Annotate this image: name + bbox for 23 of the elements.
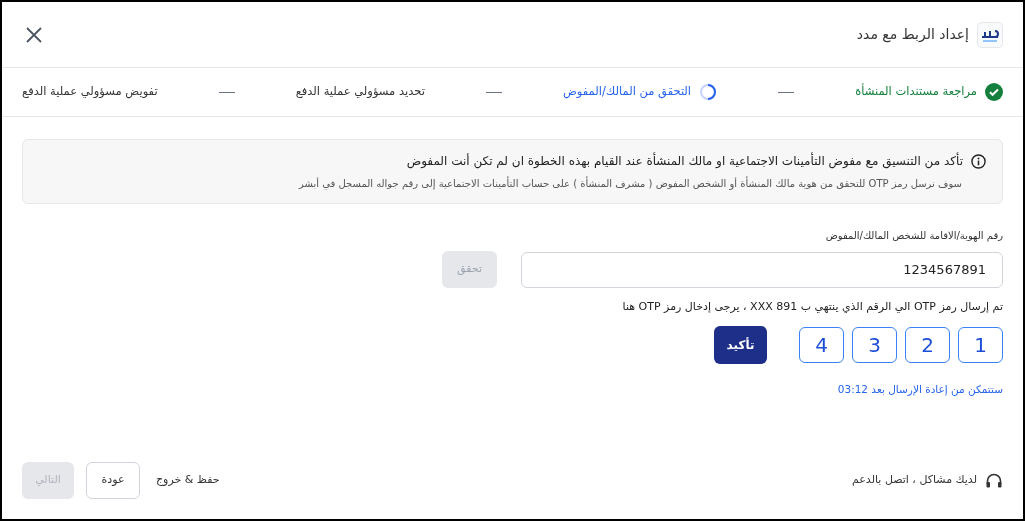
logo-icon [977, 21, 1003, 48]
step-label: تحديد مسؤولي عملية الدفع [295, 83, 425, 101]
close-icon [26, 26, 42, 43]
step-label: تفويض مسؤولي عملية الدفع [22, 83, 158, 101]
headset-icon [985, 471, 1003, 490]
id-input-field[interactable]: 1234567891 [521, 251, 1003, 288]
confirm-button[interactable]: تأكيد [714, 325, 767, 364]
step-label: مراجعة مستندات المنشأة [855, 83, 977, 101]
save-exit-button[interactable]: حفظ & خروج [152, 472, 224, 489]
notice-title: تأكد من التنسيق مع مفوض التأمينات الاجتماعية او مالك المنشأة عند القيام بهذه الخطوة ان لم تكن أنت المفوض [406, 152, 963, 170]
otp-digit-field[interactable]: 2 [905, 326, 950, 363]
support-link[interactable]: لديك مشاكل ، اتصل بالدعم [851, 472, 977, 489]
resend-timer: ستتمكن من إعادة الإرسال بعد 03:12 [836, 381, 1003, 398]
back-button[interactable]: عودة [86, 462, 140, 499]
info-icon [971, 153, 986, 169]
field-label: رقم الهوية/الاقامة للشخص المالك/المفوض [824, 229, 1003, 243]
notice-text: سوف نرسل رمز OTP للتحقق من هوية مالك المنشأة أو الشخص المفوض ( مشرف المنشأة ) على حساب التأمينات الاجتماعية إلى رقم جواله المسجل في أبشر [297, 176, 963, 191]
otp-digit-field[interactable]: 3 [852, 326, 897, 363]
otp-digit-field[interactable]: 4 [799, 326, 844, 363]
otp-digit-field[interactable]: 1 [958, 326, 1003, 363]
dialog-title: إعداد الربط مع مدد [856, 25, 969, 45]
otp-message: تم إرسال رمز OTP الي الرقم الذي ينتهي ب XXX 891 ، يرجى إدخال رمز OTP هنا [621, 299, 1003, 315]
step-label: التحقق من المالك/المفوض [562, 83, 692, 101]
